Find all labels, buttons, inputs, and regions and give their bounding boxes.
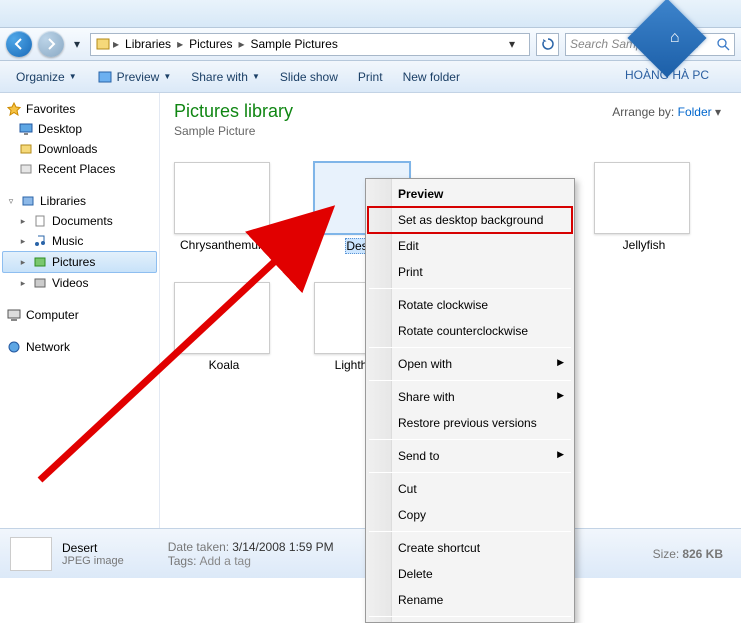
preview-button[interactable]: Preview▼ [89, 65, 180, 89]
organize-button[interactable]: Organize▼ [8, 66, 85, 88]
menu-separator [369, 347, 571, 348]
documents-icon [32, 213, 48, 229]
chevron-right-icon: ▶ [557, 449, 564, 460]
search-icon [717, 38, 730, 51]
details-tags[interactable]: Add a tag [200, 554, 251, 568]
context-menu: Preview Set as desktop background Edit P… [365, 178, 575, 623]
history-dropdown[interactable]: ▾ [70, 35, 84, 53]
menu-separator [369, 472, 571, 473]
menu-rename[interactable]: Rename [368, 587, 572, 613]
sidebar-downloads[interactable]: Downloads [2, 139, 157, 159]
forward-button[interactable] [38, 31, 64, 57]
music-icon [32, 233, 48, 249]
back-button[interactable] [6, 31, 32, 57]
sidebar-computer[interactable]: Computer [2, 305, 157, 325]
menu-copy[interactable]: Copy [368, 502, 572, 528]
thumbnail-icon [594, 162, 690, 234]
chevron-right-icon: ▸ [177, 37, 183, 51]
menu-separator [369, 531, 571, 532]
library-icon [95, 36, 111, 52]
preview-icon [97, 69, 113, 85]
chevron-right-icon: ▶ [557, 357, 564, 368]
chevron-right-icon: ▸ [238, 37, 244, 51]
share-button[interactable]: Share with▼ [183, 66, 268, 88]
chevron-right-icon: ▶ [557, 390, 564, 401]
item-koala[interactable]: Koala [174, 282, 274, 372]
libraries-header[interactable]: ▿Libraries [2, 191, 157, 211]
menu-rotate-ccw[interactable]: Rotate counterclockwise [368, 318, 572, 344]
details-name: Desert [62, 541, 124, 555]
details-date: 3/14/2008 1:59 PM [232, 540, 333, 554]
menu-share-with[interactable]: Share with▶ [368, 384, 572, 410]
sidebar-recent[interactable]: Recent Places [2, 159, 157, 179]
menu-preview[interactable]: Preview [368, 181, 572, 207]
chevron-right-icon: ▸ [113, 37, 119, 51]
sidebar-network[interactable]: Network [2, 337, 157, 357]
details-thumbnail-icon [10, 537, 52, 571]
refresh-button[interactable] [536, 33, 559, 56]
thumbnail-icon [174, 282, 270, 354]
menu-set-background[interactable]: Set as desktop background [368, 207, 572, 233]
breadcrumb-libraries[interactable]: Libraries [121, 37, 175, 51]
navigation-pane: Favorites Desktop Downloads Recent Place… [0, 93, 160, 528]
sidebar-desktop[interactable]: Desktop [2, 119, 157, 139]
sidebar-pictures[interactable]: ▸Pictures [2, 251, 157, 273]
address-bar[interactable]: ▸ Libraries ▸ Pictures ▸ Sample Pictures… [90, 33, 530, 56]
favorites-header[interactable]: Favorites [2, 99, 157, 119]
pictures-icon [32, 254, 48, 270]
menu-restore[interactable]: Restore previous versions [368, 410, 572, 436]
item-jellyfish[interactable]: Jellyfish [594, 162, 694, 254]
address-dropdown[interactable]: ▾ [509, 37, 525, 51]
item-chrysanthemum[interactable]: Chrysanthemum [174, 162, 274, 254]
sidebar-music[interactable]: ▸Music [2, 231, 157, 251]
library-subtitle: Sample Picture [174, 124, 727, 138]
menu-send-to[interactable]: Send to▶ [368, 443, 572, 469]
download-icon [18, 141, 34, 157]
breadcrumb-pictures[interactable]: Pictures [185, 37, 236, 51]
details-type: JPEG image [62, 555, 124, 567]
breadcrumb-sample[interactable]: Sample Pictures [246, 37, 341, 51]
network-icon [6, 339, 22, 355]
menu-rotate-cw[interactable]: Rotate clockwise [368, 292, 572, 318]
slideshow-button[interactable]: Slide show [272, 66, 346, 88]
star-icon [6, 101, 22, 117]
menu-cut[interactable]: Cut [368, 476, 572, 502]
sidebar-documents[interactable]: ▸Documents [2, 211, 157, 231]
menu-separator [369, 616, 571, 617]
videos-icon [32, 275, 48, 291]
libraries-icon [20, 193, 36, 209]
menu-print[interactable]: Print [368, 259, 572, 285]
arrow-right-icon [45, 38, 57, 50]
print-button[interactable]: Print [350, 66, 391, 88]
arrow-left-icon [13, 38, 25, 50]
menu-edit[interactable]: Edit [368, 233, 572, 259]
menu-separator [369, 439, 571, 440]
menu-shortcut[interactable]: Create shortcut [368, 535, 572, 561]
recent-icon [18, 161, 34, 177]
menu-separator [369, 288, 571, 289]
sidebar-videos[interactable]: ▸Videos [2, 273, 157, 293]
arrange-by[interactable]: Arrange by: Folder ▾ [612, 105, 721, 119]
menu-delete[interactable]: Delete [368, 561, 572, 587]
watermark-logo: ⌂ HOÀNG HÀ PC [625, 10, 709, 82]
computer-icon [6, 307, 22, 323]
refresh-icon [541, 37, 555, 51]
arrange-value[interactable]: Folder [678, 105, 712, 119]
menu-separator [369, 380, 571, 381]
details-size: 826 KB [682, 547, 723, 561]
desktop-icon [18, 121, 34, 137]
thumbnail-icon [174, 162, 270, 234]
new-folder-button[interactable]: New folder [395, 66, 468, 88]
menu-open-with[interactable]: Open with▶ [368, 351, 572, 377]
